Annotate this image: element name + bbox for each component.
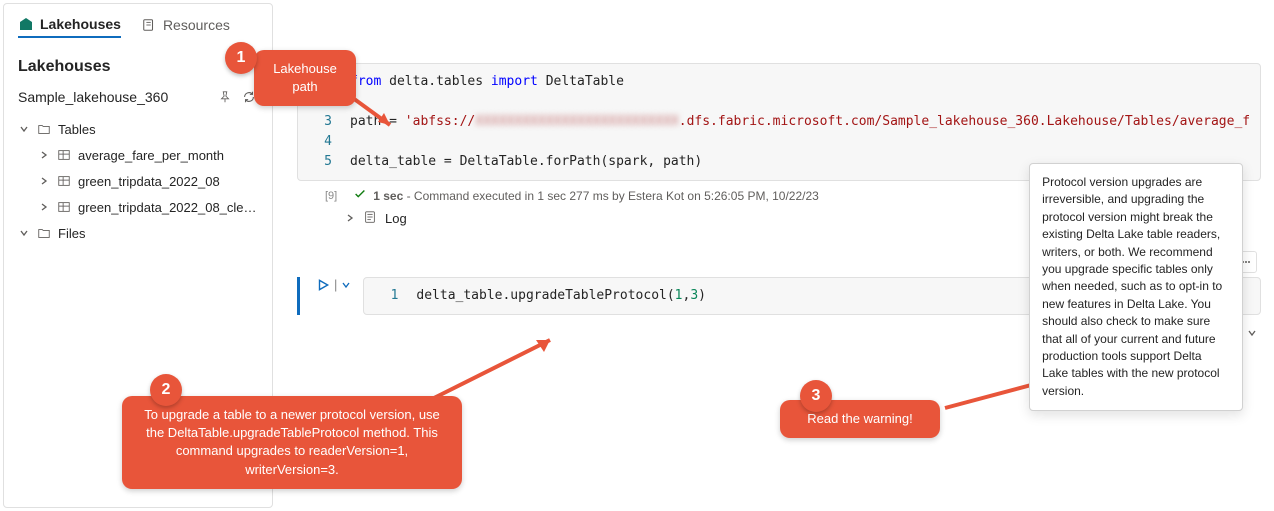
annotation-badge: 1: [225, 42, 257, 74]
tree: Tables average_fare_per_month green_trip…: [4, 116, 272, 246]
tree-label: green_tripdata_2022_08_cleans...: [78, 200, 258, 215]
lakehouse-icon: [18, 16, 34, 32]
table-icon: [56, 147, 72, 163]
chevron-down-icon[interactable]: [341, 280, 351, 290]
lakehouse-selector[interactable]: Sample_lakehouse_360: [4, 82, 272, 116]
table-icon: [56, 199, 72, 215]
check-icon: [353, 187, 367, 204]
warning-tooltip: Protocol version upgrades are irreversib…: [1029, 163, 1243, 411]
tree-table-item[interactable]: green_tripdata_2022_08_cleans...: [10, 194, 266, 220]
annotation-badge: 2: [150, 374, 182, 406]
pin-icon[interactable]: [216, 88, 234, 106]
tab-resources[interactable]: Resources: [141, 16, 230, 38]
line-number: 3: [308, 112, 332, 132]
line-number: 1: [374, 286, 398, 306]
tree-table-item[interactable]: average_fare_per_month: [10, 142, 266, 168]
tree-folder-files[interactable]: Files: [10, 220, 266, 246]
tab-lakehouses[interactable]: Lakehouses: [18, 16, 121, 38]
sidebar-tabs: Lakehouses Resources: [4, 16, 272, 48]
resources-icon: [141, 17, 157, 33]
chevron-right-icon: [38, 201, 50, 213]
cell-index: [9]: [325, 190, 337, 202]
line-number: 4: [308, 132, 332, 152]
tree-table-item[interactable]: green_tripdata_2022_08: [10, 168, 266, 194]
tab-label: Resources: [163, 17, 230, 33]
folder-icon: [36, 121, 52, 137]
chevron-right-icon: [345, 211, 355, 226]
chevron-right-icon: [38, 149, 50, 161]
annotation-callout: To upgrade a table to a newer protocol v…: [122, 396, 462, 489]
chevron-down-icon: [18, 227, 30, 239]
log-label: Log: [385, 211, 407, 226]
tree-label: Tables: [58, 122, 96, 137]
line-number: 5: [308, 152, 332, 172]
run-cell-button[interactable]: |: [316, 277, 351, 292]
log-icon: [363, 210, 377, 227]
selected-lakehouse: Sample_lakehouse_360: [18, 89, 210, 105]
tree-folder-tables[interactable]: Tables: [10, 116, 266, 142]
chevron-down-icon: [1247, 328, 1257, 338]
tab-label: Lakehouses: [40, 16, 121, 32]
tree-label: Files: [58, 226, 85, 241]
annotation-callout: Lakehouse path: [254, 50, 356, 106]
folder-icon: [36, 225, 52, 241]
tree-label: green_tripdata_2022_08: [78, 174, 220, 189]
annotation-badge: 3: [800, 380, 832, 412]
table-icon: [56, 173, 72, 189]
chevron-right-icon: [38, 175, 50, 187]
tree-label: average_fare_per_month: [78, 148, 224, 163]
chevron-down-icon: [18, 123, 30, 135]
